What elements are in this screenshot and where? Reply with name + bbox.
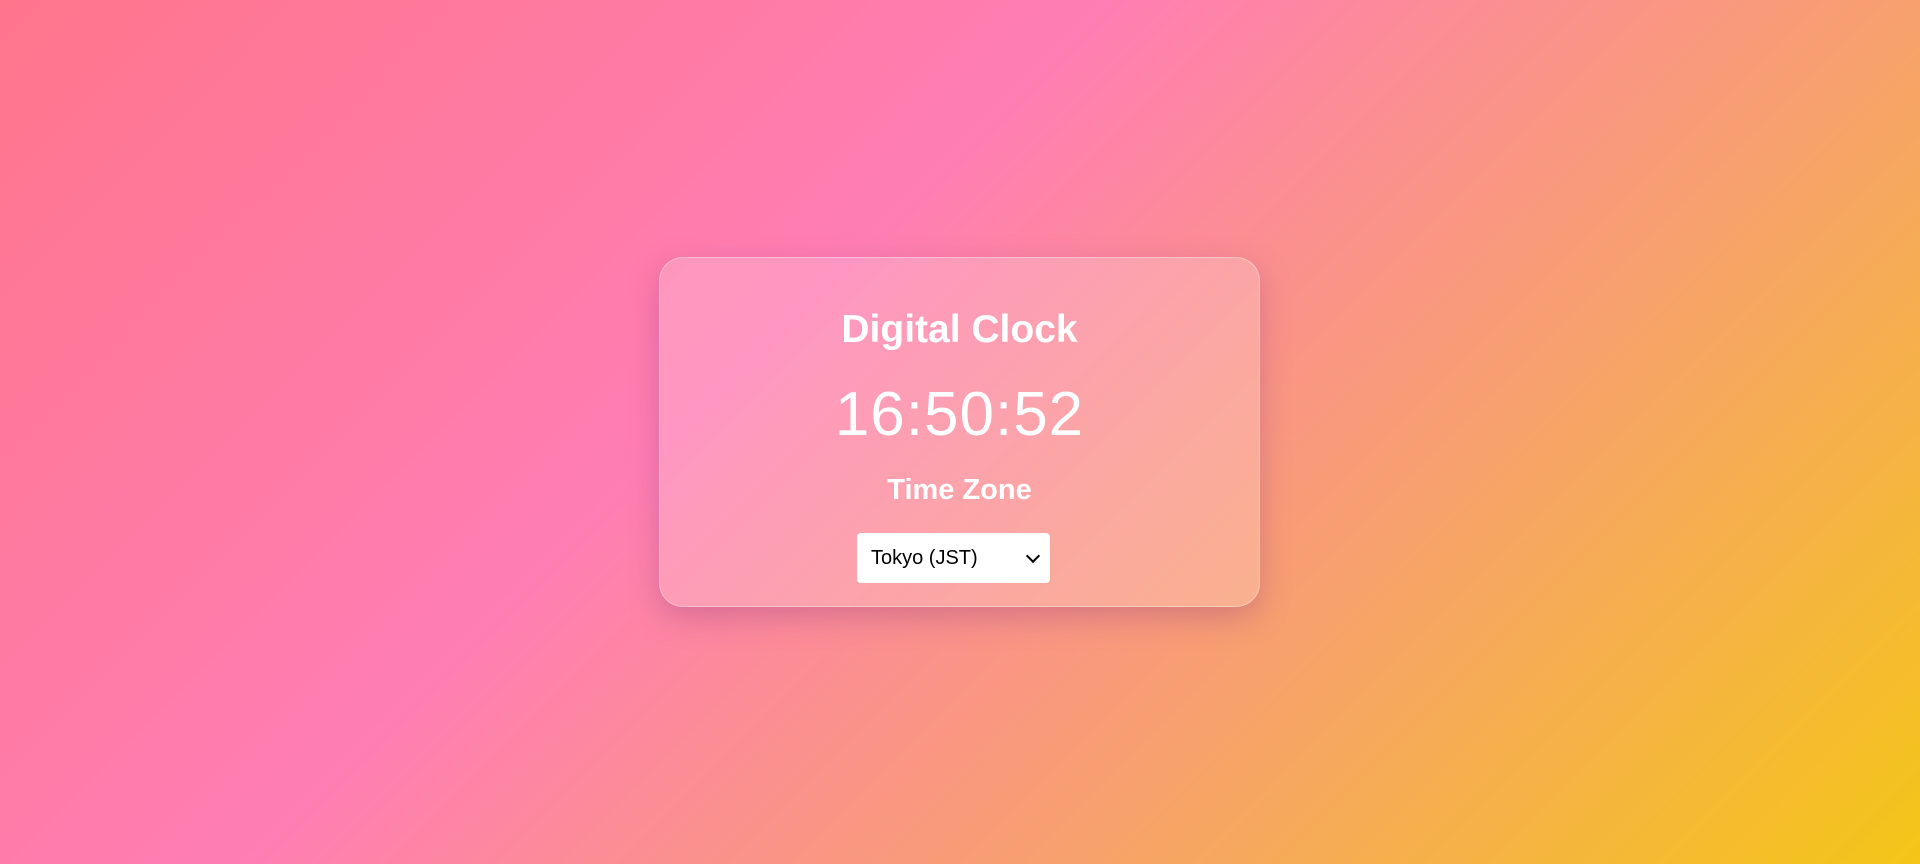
timezone-select[interactable]: Tokyo (JST) — [857, 533, 1050, 583]
timezone-label: Time Zone — [887, 474, 1032, 506]
chevron-down-icon — [1025, 548, 1041, 563]
timezone-selected-value: Tokyo (JST) — [871, 546, 978, 569]
time-display: 16:50:52 — [834, 380, 1085, 449]
clock-title: Digital Clock — [841, 308, 1078, 351]
clock-card: Digital Clock 16:50:52 Time Zone Tokyo (… — [659, 257, 1260, 607]
